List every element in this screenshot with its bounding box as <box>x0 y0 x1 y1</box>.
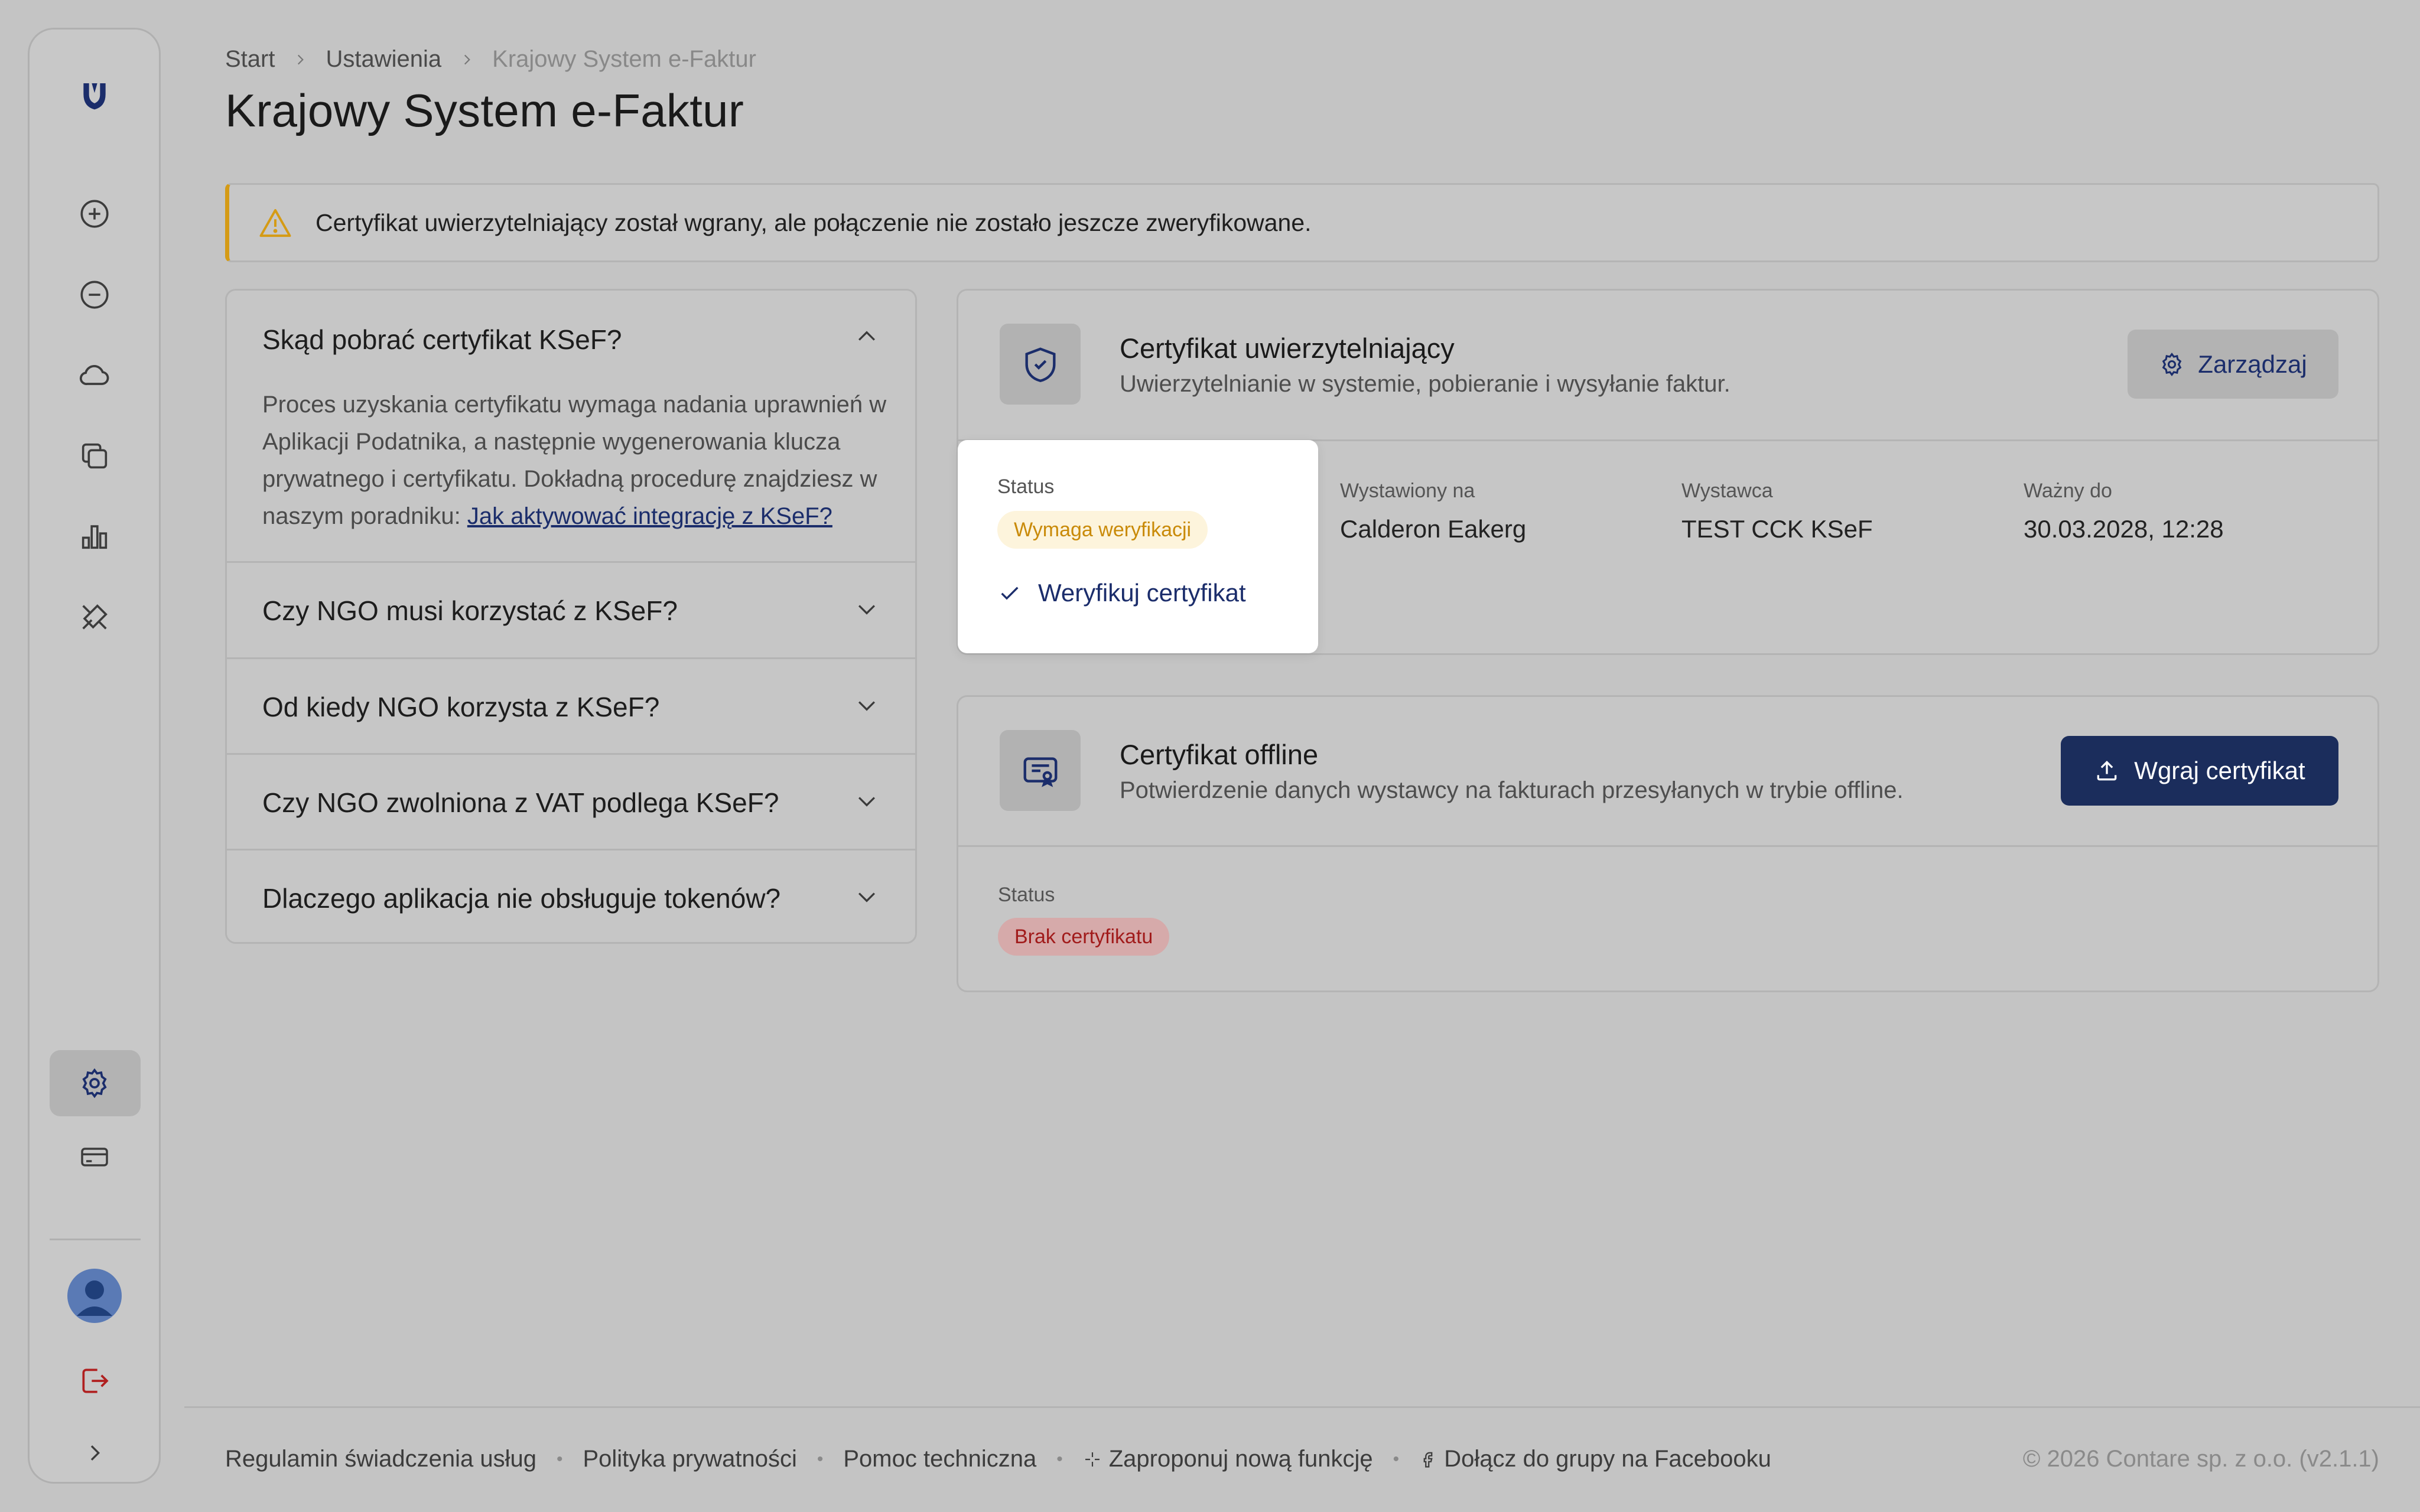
upload-certificate-button[interactable]: Wgraj certyfikat <box>2061 736 2338 806</box>
card-subtitle: Uwierzytelnianie w systemie, pobieranie … <box>1120 371 1731 397</box>
facebook-icon <box>1419 1451 1437 1468</box>
shield-icon <box>1000 324 1081 405</box>
sidebar-divider <box>50 1239 141 1240</box>
alert-text: Certyfikat uwierzytelniający został wgra… <box>315 208 1312 236</box>
breadcrumb-item-start[interactable]: Start <box>225 46 275 73</box>
footer-link-support[interactable]: Pomoc techniczna <box>843 1446 1036 1472</box>
footer-separator: • <box>1393 1449 1400 1469</box>
sparkle-icon <box>1083 1450 1102 1469</box>
card-title: Certyfikat uwierzytelniający <box>1120 333 1455 364</box>
chevron-down-icon[interactable] <box>854 788 880 814</box>
status-badge: Brak certyfikatu <box>998 918 1170 956</box>
footer-divider <box>184 1406 2420 1408</box>
faq-item-expanded[interactable]: Skąd pobrać certyfikat KSeF? Proces uzys… <box>227 291 915 561</box>
status-badge: Wymaga weryfikacji <box>997 511 1208 549</box>
faq-question[interactable]: Dlaczego aplikacja nie obsługuje tokenów… <box>262 882 780 914</box>
page-title: Krajowy System e-Faktur <box>225 84 744 136</box>
footer-link-privacy[interactable]: Polityka prywatności <box>583 1446 796 1472</box>
verify-certificate-button[interactable]: Weryfikuj certyfikat <box>998 579 1246 607</box>
issuer-label: Wystawca <box>1681 480 1773 502</box>
footer-link-facebook[interactable]: Dołącz do grupy na Facebooku <box>1419 1446 1771 1472</box>
verify-label: Weryfikuj certyfikat <box>1038 579 1246 607</box>
footer-link-suggest[interactable]: Zaproponuj nową funkcję <box>1083 1446 1373 1472</box>
upload-button-label: Wgraj certyfikat <box>2134 757 2305 784</box>
manage-button-label: Zarządzaj <box>2198 350 2307 378</box>
faq-item[interactable]: Czy NGO zwolniona z VAT podlega KSeF? <box>227 753 915 849</box>
check-icon <box>998 581 1022 605</box>
warning-alert: Certyfikat uwierzytelniający został wgra… <box>225 183 2379 262</box>
plus-circle-icon[interactable] <box>77 196 112 232</box>
breadcrumb: Start Ustawienia Krajowy System e-Faktur <box>225 46 756 73</box>
footer-separator: • <box>1056 1449 1063 1469</box>
footer-links: Regulamin świadczenia usług • Polityka p… <box>225 1446 1771 1472</box>
footer-separator: • <box>817 1449 824 1469</box>
gear-icon[interactable] <box>77 1065 112 1101</box>
card-title: Certyfikat offline <box>1120 739 1319 770</box>
chevron-right-icon <box>292 52 308 67</box>
footer-link-terms[interactable]: Regulamin świadczenia usług <box>225 1446 536 1472</box>
breadcrumb-item-current: Krajowy System e-Faktur <box>492 46 756 72</box>
faq-guide-link[interactable]: Jak aktywować integrację z KSeF? <box>467 503 832 529</box>
chevron-right-icon <box>459 52 474 67</box>
certificate-icon <box>1000 730 1081 811</box>
manage-button[interactable]: Zarządzaj <box>2128 330 2338 399</box>
chevron-right-icon[interactable] <box>77 1435 112 1471</box>
offline-certificate-card: Certyfikat offline Potwierdzenie danych … <box>957 695 2379 992</box>
faq-item[interactable]: Od kiedy NGO korzysta z KSeF? <box>227 657 915 753</box>
chevron-down-icon[interactable] <box>854 596 880 622</box>
footer-link-suggest-label: Zaproponuj nową funkcję <box>1108 1446 1373 1472</box>
footer-separator: • <box>556 1449 563 1469</box>
copyright: © 2026 Contare sp. z o.o. (v2.1.1) <box>2022 1446 2379 1472</box>
avatar[interactable] <box>67 1269 122 1323</box>
status-popover: Status Wymaga weryfikacji Weryfikuj cert… <box>958 440 1318 653</box>
faq-question[interactable]: Skąd pobrać certyfikat KSeF? <box>262 324 622 356</box>
chart-bar-icon[interactable] <box>77 519 112 554</box>
status-label: Status <box>998 884 1055 906</box>
valid-until-value: 30.03.2028, 12:28 <box>2024 515 2224 543</box>
chevron-down-icon[interactable] <box>854 692 880 718</box>
issuer-value: TEST CCK KSeF <box>1681 515 1873 543</box>
status-label: Status <box>997 475 1055 498</box>
faq-item[interactable]: Czy NGO musi korzystać z KSeF? <box>227 561 915 657</box>
cloud-icon[interactable] <box>77 357 112 393</box>
copy-icon[interactable] <box>77 438 112 474</box>
logo-icon[interactable] <box>77 78 112 113</box>
issued-to-value: Calderon Eakerg <box>1340 515 1527 543</box>
logout-icon[interactable] <box>77 1363 112 1399</box>
card-subtitle: Potwierdzenie danych wystawcy na faktura… <box>1120 777 1904 803</box>
faq-question[interactable]: Czy NGO musi korzystać z KSeF? <box>262 595 678 627</box>
gear-icon <box>2159 351 2185 377</box>
issued-to-label: Wystawiony na <box>1340 480 1475 502</box>
faq-item[interactable]: Dlaczego aplikacja nie obsługuje tokenów… <box>227 849 915 942</box>
card-icon[interactable] <box>77 1139 112 1175</box>
upload-icon <box>2094 758 2120 784</box>
chevron-down-icon[interactable] <box>854 884 880 910</box>
tools-icon[interactable] <box>77 599 112 635</box>
sidebar <box>28 28 161 1484</box>
valid-until-label: Ważny do <box>2024 480 2112 502</box>
breadcrumb-item-settings[interactable]: Ustawienia <box>326 46 441 73</box>
chevron-up-icon[interactable] <box>854 324 880 350</box>
minus-circle-icon[interactable] <box>77 277 112 312</box>
faq-answer: Proces uzyskania certyfikatu wymaga nada… <box>262 386 889 535</box>
footer-link-facebook-label: Dołącz do grupy na Facebooku <box>1444 1446 1771 1472</box>
faq-accordion: Skąd pobrać certyfikat KSeF? Proces uzys… <box>225 289 917 944</box>
warning-icon <box>259 207 292 238</box>
faq-question[interactable]: Czy NGO zwolniona z VAT podlega KSeF? <box>262 787 779 819</box>
card-divider <box>958 845 2377 847</box>
faq-question[interactable]: Od kiedy NGO korzysta z KSeF? <box>262 691 659 723</box>
